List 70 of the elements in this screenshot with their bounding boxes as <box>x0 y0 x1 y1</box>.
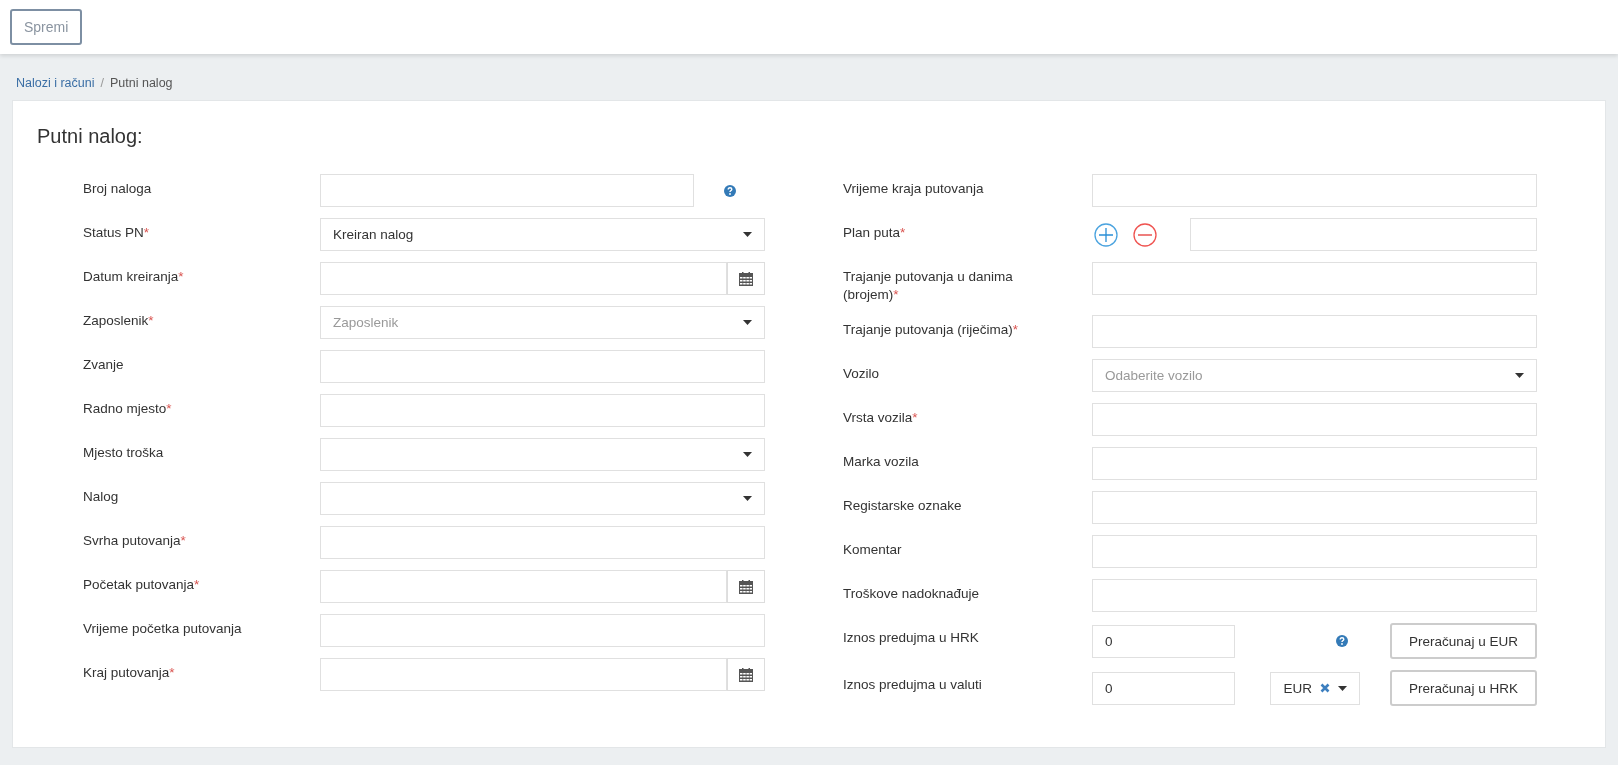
date-field[interactable] <box>320 262 727 295</box>
text-field[interactable] <box>320 174 694 207</box>
date-field[interactable] <box>320 570 727 603</box>
field-label: Nalog <box>83 488 120 506</box>
text-field[interactable] <box>1092 535 1537 568</box>
caret-icon <box>743 320 752 325</box>
text-field[interactable] <box>1092 315 1537 348</box>
field-label: Datum kreiranja* <box>83 268 185 286</box>
caret-icon <box>743 232 752 237</box>
text-field[interactable] <box>1092 447 1537 480</box>
calendar-button[interactable] <box>727 570 765 603</box>
text-field[interactable] <box>320 394 765 427</box>
help-icon[interactable] <box>1336 635 1348 647</box>
field-label: Komentar <box>843 541 903 559</box>
breadcrumb-current: Putni nalog <box>110 76 173 90</box>
field-label: Zaposlenik* <box>83 312 155 330</box>
date-field[interactable] <box>320 658 727 691</box>
text-field[interactable] <box>320 614 765 647</box>
field-label: Plan puta* <box>843 224 907 242</box>
calendar-icon <box>739 667 753 682</box>
field-label: Iznos predujma u HRK <box>843 629 980 647</box>
text-field[interactable] <box>1092 491 1537 524</box>
field-label: Vrsta vozila* <box>843 409 919 427</box>
currency-select[interactable]: EUR <box>1270 671 1360 705</box>
breadcrumb-separator: / <box>100 76 104 90</box>
help-icon[interactable] <box>723 184 736 197</box>
convert-button[interactable]: Preračunaj u HRK <box>1390 670 1537 706</box>
calendar-icon <box>739 579 753 594</box>
select-field[interactable]: Kreiran nalog <box>320 218 765 251</box>
calendar-icon <box>739 271 753 286</box>
field-label: Broj naloga <box>83 180 153 198</box>
clear-icon[interactable] <box>1320 683 1330 693</box>
calendar-button[interactable] <box>727 262 765 295</box>
text-field[interactable] <box>1092 403 1537 436</box>
form-title: Putni nalog: <box>37 125 144 148</box>
caret-icon <box>743 452 752 457</box>
breadcrumb-link[interactable]: Nalozi i računi <box>16 76 95 90</box>
add-icon[interactable] <box>1094 222 1118 247</box>
remove-icon[interactable] <box>1133 222 1157 247</box>
amount-field[interactable]: 0 <box>1092 624 1235 658</box>
amount-field[interactable]: 0 <box>1092 671 1235 705</box>
text-field[interactable] <box>1092 262 1537 295</box>
field-label: Iznos predujma u valuti <box>843 676 983 694</box>
caret-icon <box>1515 373 1524 378</box>
field-label: Vrijeme kraja putovanja <box>843 180 985 198</box>
field-label: Vrijeme početka putovanja <box>83 620 243 638</box>
text-field[interactable] <box>1092 174 1537 207</box>
calendar-button[interactable] <box>727 658 765 691</box>
caret-icon <box>743 496 752 501</box>
field-label: Status PN* <box>83 224 151 242</box>
field-label: Trajanje putovanja u danima (brojem)* <box>843 268 1014 304</box>
field-label: Radno mjesto* <box>83 400 173 418</box>
field-label: Trajanje putovanja (riječima)* <box>843 321 1020 339</box>
select-field[interactable] <box>320 438 765 471</box>
field-label: Kraj putovanja* <box>83 664 176 682</box>
field-label: Vozilo <box>843 365 881 383</box>
field-label: Registarske oznake <box>843 497 963 515</box>
field-label: Svrha putovanja* <box>83 532 187 550</box>
text-field[interactable] <box>320 350 765 383</box>
field-label: Zvanje <box>83 356 125 374</box>
field-label: Troškove nadoknađuje <box>843 585 981 603</box>
text-field[interactable] <box>320 526 765 559</box>
convert-button[interactable]: Preračunaj u EUR <box>1390 623 1537 659</box>
field-label: Marka vozila <box>843 453 920 471</box>
select-field[interactable] <box>320 482 765 515</box>
text-field[interactable] <box>1092 579 1537 612</box>
caret-icon <box>1338 685 1347 691</box>
field-label: Mjesto troška <box>83 444 165 462</box>
field-label: Početak putovanja* <box>83 576 201 594</box>
text-field[interactable] <box>1190 218 1537 251</box>
